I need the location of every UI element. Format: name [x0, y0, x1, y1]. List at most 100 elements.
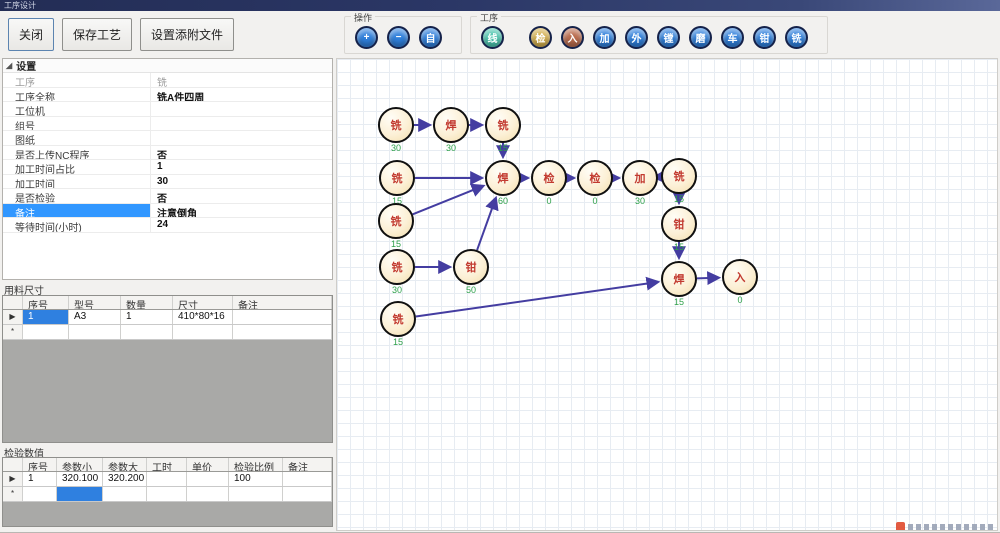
collapse-triangle-icon[interactable]: ◢: [6, 61, 12, 70]
flow-node-circle[interactable]: 钳: [453, 249, 489, 285]
tool-machining-button[interactable]: 加: [593, 26, 616, 49]
flow-node-circle[interactable]: 铣: [378, 203, 414, 239]
flow-node-n4[interactable]: 铣15: [378, 160, 416, 206]
table-cell[interactable]: 320.200: [103, 472, 147, 486]
tool-remove-button[interactable]: −: [387, 26, 410, 49]
flow-node-n13[interactable]: 铣15: [660, 158, 698, 204]
flow-node-circle[interactable]: 加: [622, 160, 658, 196]
table-cell[interactable]: ▶: [3, 310, 23, 324]
flow-node-n9[interactable]: 焊60: [484, 160, 522, 206]
close-button[interactable]: 关闭: [8, 18, 54, 51]
table-cell[interactable]: 100: [229, 472, 283, 486]
property-row-1[interactable]: 工序铣: [3, 73, 332, 88]
table-cell[interactable]: [233, 325, 332, 339]
table-cell[interactable]: ▶: [3, 472, 23, 486]
flow-node-circle[interactable]: 钳: [661, 206, 697, 242]
table-new-row[interactable]: *: [3, 487, 332, 502]
tool-grinding-button[interactable]: 磨: [689, 26, 712, 49]
table-new-row[interactable]: *: [3, 325, 332, 340]
property-section-header[interactable]: ◢ 设置: [3, 59, 332, 73]
property-row-2[interactable]: 工序全称铣A件四周: [3, 88, 332, 103]
table-cell[interactable]: [233, 310, 332, 324]
flow-node-n11[interactable]: 检0: [576, 160, 614, 206]
tool-add-button[interactable]: +: [355, 26, 378, 49]
table-cell[interactable]: 1: [121, 310, 173, 324]
flow-node-n3[interactable]: 铣15: [484, 107, 522, 153]
flow-node-n15[interactable]: 焊15: [660, 261, 698, 307]
tool-store-in-button[interactable]: 入: [561, 26, 584, 49]
property-value[interactable]: [151, 131, 332, 145]
tool-line-button[interactable]: 线: [481, 26, 504, 49]
flow-node-circle[interactable]: 铣: [661, 158, 697, 194]
property-row-10[interactable]: 备注注意倒角: [3, 204, 332, 219]
table-cell[interactable]: [283, 487, 332, 501]
flowchart-canvas[interactable]: 铣30焊30铣15铣15铣15铣30钳50铣15焊60检0检0加30铣15钳15…: [336, 58, 998, 531]
property-row-9[interactable]: 是否检验否: [3, 189, 332, 204]
table-cell[interactable]: A3: [69, 310, 121, 324]
tool-milling-button[interactable]: 铣: [785, 26, 808, 49]
tool-external-button[interactable]: 外: [625, 26, 648, 49]
flow-node-circle[interactable]: 铣: [379, 249, 415, 285]
flow-node-circle[interactable]: 检: [531, 160, 567, 196]
table-cell[interactable]: [23, 325, 69, 339]
flow-node-circle[interactable]: 焊: [433, 107, 469, 143]
table-cell[interactable]: [69, 325, 121, 339]
property-row-3[interactable]: 工位机: [3, 102, 332, 117]
table-cell[interactable]: 1: [23, 310, 69, 324]
tool-boring-button[interactable]: 镗: [657, 26, 680, 49]
table-cell[interactable]: 1: [23, 472, 57, 486]
property-value[interactable]: 铣: [151, 73, 332, 87]
property-value[interactable]: 否: [151, 146, 332, 160]
property-row-8[interactable]: 加工时间30: [3, 175, 332, 190]
table-cell[interactable]: [187, 487, 229, 501]
table-cell[interactable]: *: [3, 325, 23, 339]
flow-node-circle[interactable]: 焊: [661, 261, 697, 297]
table-cell[interactable]: 320.100: [57, 472, 103, 486]
property-grid[interactable]: ◢ 设置 工序铣工序全称铣A件四周工位机组号图纸是否上传NC程序否加工时间占比1…: [2, 58, 333, 280]
table-cell[interactable]: [283, 472, 332, 486]
property-value[interactable]: [151, 117, 332, 131]
flow-node-circle[interactable]: 铣: [485, 107, 521, 143]
flow-node-n6[interactable]: 铣30: [378, 249, 416, 295]
property-value[interactable]: 30: [151, 175, 332, 189]
save-process-button[interactable]: 保存工艺: [62, 18, 132, 51]
inspection-table[interactable]: 序号参数小参数大工时单价检验比例备注▶1320.100320.200100*: [2, 457, 333, 527]
property-row-5[interactable]: 图纸: [3, 131, 332, 146]
flow-node-n7[interactable]: 钳50: [452, 249, 490, 295]
table-cell[interactable]: 410*80*16: [173, 310, 233, 324]
table-cell[interactable]: [23, 487, 57, 501]
title-bar[interactable]: 工序设计: [0, 0, 1000, 11]
flow-node-circle[interactable]: 铣: [378, 107, 414, 143]
table-cell[interactable]: [147, 472, 187, 486]
tool-turning-button[interactable]: 车: [721, 26, 744, 49]
table-cell[interactable]: [229, 487, 283, 501]
flow-node-n10[interactable]: 检0: [530, 160, 568, 206]
table-row[interactable]: ▶1A31410*80*16: [3, 310, 332, 325]
flow-node-n5[interactable]: 铣15: [377, 203, 415, 249]
property-value[interactable]: 1: [151, 160, 332, 174]
table-cell[interactable]: [173, 325, 233, 339]
flow-node-n2[interactable]: 焊30: [432, 107, 470, 153]
property-value[interactable]: 否: [151, 189, 332, 203]
flow-node-circle[interactable]: 入: [722, 259, 758, 295]
property-row-11[interactable]: 等待时间(小时)24: [3, 218, 332, 233]
table-cell[interactable]: *: [3, 487, 23, 501]
flow-node-circle[interactable]: 焊: [485, 160, 521, 196]
tool-bench-button[interactable]: 钳: [753, 26, 776, 49]
property-value[interactable]: 铣A件四周: [151, 88, 332, 102]
property-row-4[interactable]: 组号: [3, 117, 332, 132]
property-value[interactable]: 注意倒角: [151, 204, 332, 218]
table-cell[interactable]: [187, 472, 229, 486]
property-row-6[interactable]: 是否上传NC程序否: [3, 146, 332, 161]
tool-auto-button[interactable]: 自: [419, 26, 442, 49]
property-row-7[interactable]: 加工时间占比1: [3, 160, 332, 175]
flow-node-n12[interactable]: 加30: [621, 160, 659, 206]
flow-node-circle[interactable]: 铣: [379, 160, 415, 196]
flow-node-n1[interactable]: 铣30: [377, 107, 415, 153]
table-cell[interactable]: [121, 325, 173, 339]
flow-node-n14[interactable]: 钳15: [660, 206, 698, 252]
flow-node-n8[interactable]: 铣15: [379, 301, 417, 347]
table-row[interactable]: ▶1320.100320.200 100: [3, 472, 332, 487]
flow-node-n16[interactable]: 入0: [721, 259, 759, 305]
set-attachment-button[interactable]: 设置添附文件: [140, 18, 234, 51]
